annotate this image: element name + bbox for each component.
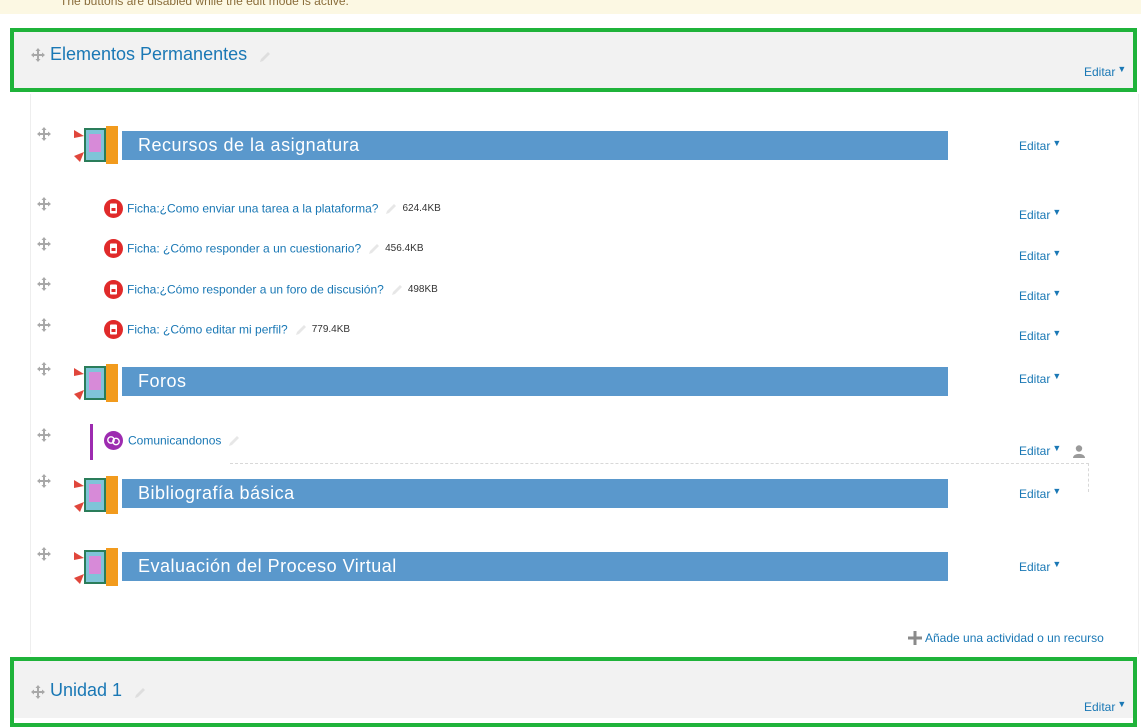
indent-marker	[90, 424, 93, 460]
file-size: 456.4KB	[385, 243, 424, 254]
file-size: 779.4KB	[311, 324, 351, 335]
resource-link[interactable]: Ficha:¿Cómo responder a un foro de discu…	[127, 283, 384, 297]
notice-text: The buttons are disabled while the edit …	[60, 0, 349, 8]
label-banner: Recursos de la asignatura	[122, 131, 948, 160]
edit-menu[interactable]: Editar ▼	[1019, 138, 1062, 153]
label-banner: Foros	[122, 367, 948, 396]
move-icon[interactable]	[37, 547, 51, 561]
caret-down-icon: ▼	[1052, 138, 1062, 148]
edit-menu[interactable]: Editar ▼	[1019, 288, 1062, 303]
label-text: Evaluación del Proceso Virtual	[138, 556, 397, 576]
add-activity-label[interactable]: Añade una actividad o un recurso	[925, 631, 1104, 645]
move-icon[interactable]	[31, 685, 45, 699]
edit-label[interactable]: Editar	[1019, 139, 1050, 153]
pdf-icon	[104, 239, 123, 258]
section-edit-menu[interactable]: Editar ▼	[1084, 64, 1127, 79]
book-icon	[74, 364, 118, 402]
file-size: 498KB	[407, 284, 438, 295]
caret-down-icon: ▼	[1052, 443, 1062, 453]
book-icon	[74, 548, 118, 586]
resource-link[interactable]: Ficha:¿Como enviar una tarea a la plataf…	[127, 202, 378, 216]
move-icon[interactable]	[37, 474, 51, 488]
edit-menu[interactable]: Editar ▼	[1019, 486, 1062, 501]
edit-menu[interactable]: Editar ▼	[1019, 443, 1062, 458]
label-banner: Bibliografía básica	[122, 479, 948, 508]
move-icon[interactable]	[37, 237, 51, 251]
caret-down-icon: ▼	[1052, 288, 1062, 298]
caret-down-icon: ▼	[1117, 699, 1127, 709]
section-title-text[interactable]: Elementos Permanentes	[50, 44, 247, 64]
label-banner: Evaluación del Proceso Virtual	[122, 552, 948, 581]
forum-row[interactable]: Comunicandonos	[104, 431, 241, 450]
book-icon	[74, 476, 118, 514]
edit-label[interactable]: Editar	[1019, 444, 1050, 458]
resource-row[interactable]: Ficha: ¿Cómo responder a un cuestionario…	[104, 239, 424, 258]
label-text: Bibliografía básica	[138, 483, 295, 503]
caret-down-icon: ▼	[1117, 64, 1127, 74]
edit-label[interactable]: Editar	[1019, 289, 1050, 303]
pdf-icon	[104, 280, 123, 299]
resource-row[interactable]: Ficha:¿Como enviar una tarea a la plataf…	[104, 199, 441, 218]
move-icon[interactable]	[37, 428, 51, 442]
move-icon[interactable]	[37, 362, 51, 376]
section-edit-menu[interactable]: Editar ▼	[1084, 699, 1127, 714]
pencil-icon[interactable]	[384, 202, 398, 216]
add-activity-link[interactable]: Añade una actividad o un recurso	[908, 630, 1104, 645]
section-highlight-frame	[10, 657, 1137, 727]
edit-label[interactable]: Editar	[1084, 700, 1115, 714]
move-icon[interactable]	[37, 277, 51, 291]
user-icon[interactable]	[1072, 444, 1086, 458]
pdf-icon	[104, 199, 123, 218]
resource-link[interactable]: Ficha: ¿Cómo responder a un cuestionario…	[127, 242, 361, 256]
edit-mode-notice: The buttons are disabled while the edit …	[0, 0, 1141, 14]
pencil-icon[interactable]	[133, 684, 147, 699]
section-title[interactable]: Elementos Permanentes	[50, 44, 272, 65]
move-icon[interactable]	[31, 48, 45, 62]
forum-icon	[104, 431, 123, 450]
pencil-icon[interactable]	[367, 242, 381, 256]
caret-down-icon: ▼	[1052, 486, 1062, 496]
resource-row[interactable]: Ficha: ¿Cómo editar mi perfil? 779.4KB	[104, 320, 350, 339]
edit-label[interactable]: Editar	[1019, 372, 1050, 386]
forum-link[interactable]: Comunicandonos	[128, 434, 221, 448]
edit-menu[interactable]: Editar ▼	[1019, 559, 1062, 574]
edit-label[interactable]: Editar	[1019, 487, 1050, 501]
pencil-icon[interactable]	[294, 323, 308, 337]
caret-down-icon: ▼	[1052, 248, 1062, 258]
section-title-text[interactable]: Unidad 1	[50, 680, 122, 700]
label-text: Recursos de la asignatura	[138, 135, 360, 155]
plus-icon	[908, 630, 922, 645]
edit-label[interactable]: Editar	[1084, 65, 1115, 79]
caret-down-icon: ▼	[1052, 328, 1062, 338]
resource-row[interactable]: Ficha:¿Cómo responder a un foro de discu…	[104, 280, 438, 299]
move-icon[interactable]	[37, 197, 51, 211]
caret-down-icon: ▼	[1052, 207, 1062, 217]
move-icon[interactable]	[37, 127, 51, 141]
edit-label[interactable]: Editar	[1019, 560, 1050, 574]
pdf-icon	[104, 320, 123, 339]
caret-down-icon: ▼	[1052, 371, 1062, 381]
file-size: 624.4KB	[402, 203, 441, 214]
edit-menu[interactable]: Editar ▼	[1019, 248, 1062, 263]
section-title[interactable]: Unidad 1	[50, 680, 147, 701]
edit-label[interactable]: Editar	[1019, 329, 1050, 343]
edit-label[interactable]: Editar	[1019, 208, 1050, 222]
move-icon[interactable]	[37, 318, 51, 332]
edit-menu[interactable]: Editar ▼	[1019, 207, 1062, 222]
pencil-icon[interactable]	[227, 434, 241, 448]
edit-label[interactable]: Editar	[1019, 249, 1050, 263]
pencil-icon[interactable]	[390, 283, 404, 297]
pencil-icon[interactable]	[258, 48, 272, 63]
edit-menu[interactable]: Editar ▼	[1019, 328, 1062, 343]
edit-menu[interactable]: Editar ▼	[1019, 371, 1062, 386]
label-text: Foros	[138, 371, 187, 391]
caret-down-icon: ▼	[1052, 559, 1062, 569]
book-icon	[74, 126, 118, 164]
resource-link[interactable]: Ficha: ¿Cómo editar mi perfil?	[127, 323, 288, 337]
